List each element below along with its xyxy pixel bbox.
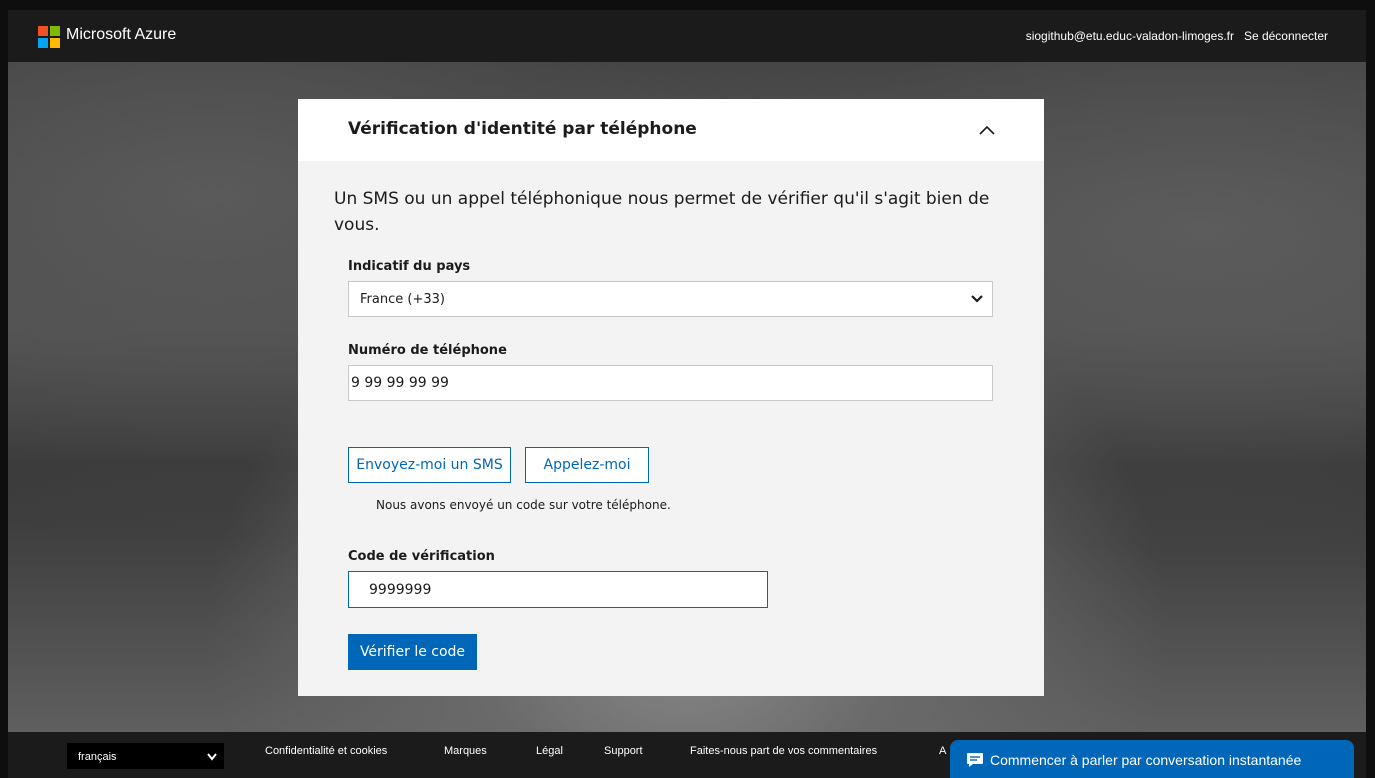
phone-number-input[interactable]: 9 99 99 99 99 xyxy=(348,365,993,401)
browser-viewport: Microsoft Azure siogithub@etu.educ-valad… xyxy=(8,10,1366,778)
microsoft-logo-icon xyxy=(38,26,60,48)
intro-text: Un SMS ou un appel téléphonique nous per… xyxy=(334,189,990,235)
chevron-down-icon xyxy=(207,753,217,761)
language-value: français xyxy=(78,751,117,763)
country-code-value: France (+33) xyxy=(360,292,445,307)
chevron-up-icon[interactable] xyxy=(976,121,998,139)
chevron-down-icon xyxy=(971,295,983,303)
phone-number-label: Numéro de téléphone xyxy=(348,343,507,358)
footer-link-trademarks[interactable]: Marques xyxy=(444,745,487,757)
verification-code-input[interactable]: 9999999 xyxy=(348,571,768,608)
country-code-select[interactable]: France (+33) xyxy=(348,281,993,317)
chat-button[interactable]: Commencer à parler par conversation inst… xyxy=(950,740,1354,778)
card-title: Vérification d'identité par téléphone xyxy=(348,119,697,139)
verification-code-value: 9999999 xyxy=(369,582,432,598)
call-me-button[interactable]: Appelez-moi xyxy=(525,447,649,483)
footer: français Confidentialité et cookies Marq… xyxy=(8,732,1366,778)
phone-number-value: 9 99 99 99 99 xyxy=(351,375,449,391)
footer-link-legal[interactable]: Légal xyxy=(536,745,563,757)
card-header[interactable]: Vérification d'identité par téléphone xyxy=(298,99,1044,161)
country-code-label: Indicatif du pays xyxy=(348,259,471,274)
footer-link-truncated[interactable]: A xyxy=(939,745,946,757)
phone-verification-card: Vérification d'identité par téléphone Un… xyxy=(298,99,1044,696)
code-sent-message: Nous avons envoyé un code sur votre télé… xyxy=(376,498,671,512)
chat-label: Commencer à parler par conversation inst… xyxy=(990,752,1302,768)
footer-link-privacy[interactable]: Confidentialité et cookies xyxy=(265,745,387,757)
language-select[interactable]: français xyxy=(67,743,224,769)
send-sms-button[interactable]: Envoyez-moi un SMS xyxy=(348,447,511,483)
logo-square-yellow xyxy=(50,38,60,48)
verification-code-label: Code de vérification xyxy=(348,549,495,564)
logo-square-green xyxy=(50,26,60,36)
footer-link-feedback[interactable]: Faites-nous part de vos commentaires xyxy=(690,745,877,757)
verify-code-button[interactable]: Vérifier le code xyxy=(348,634,477,670)
footer-link-support[interactable]: Support xyxy=(604,745,643,757)
user-email: siogithub@etu.educ-valadon-limoges.fr xyxy=(1025,29,1234,43)
top-bar: Microsoft Azure siogithub@etu.educ-valad… xyxy=(8,10,1366,62)
logo-square-blue xyxy=(38,38,48,48)
logo-square-red xyxy=(38,26,48,36)
chat-bubble-icon xyxy=(967,753,983,767)
signout-link[interactable]: Se déconnecter xyxy=(1244,29,1328,43)
brand-name: Microsoft Azure xyxy=(66,26,177,43)
